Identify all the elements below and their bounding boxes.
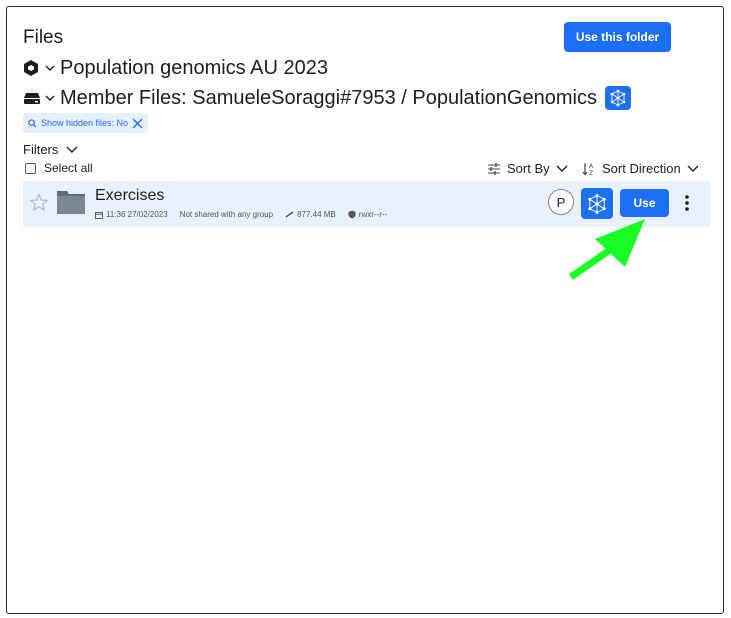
file-picker-dialog: Files Use this folder Population genomic…: [6, 6, 724, 614]
star-icon[interactable]: [29, 192, 49, 217]
file-metadata: 11:36 27/02/2023 Not shared with any gro…: [95, 210, 399, 219]
arrow-annotation-icon: [569, 219, 645, 280]
sharing-status: Not shared with any group: [179, 210, 274, 219]
network-app-icon[interactable]: [581, 188, 613, 219]
project-breadcrumb[interactable]: Population genomics AU 2023: [23, 55, 328, 81]
use-button[interactable]: Use: [620, 189, 669, 217]
sort-by-dropdown[interactable]: Sort By: [487, 161, 568, 176]
close-icon[interactable]: [132, 118, 143, 129]
chevron-down-icon: [687, 165, 699, 172]
kebab-menu-icon[interactable]: [684, 194, 690, 217]
svg-text:A: A: [589, 163, 594, 170]
dialog-title: Files: [23, 27, 64, 48]
sort-direction-dropdown[interactable]: A Z Sort Direction: [582, 161, 699, 176]
drive-icon: [23, 89, 41, 107]
modified-date: 11:36 27/02/2023: [95, 210, 168, 219]
calendar-icon: [95, 211, 103, 219]
sort-by-label: Sort By: [507, 161, 550, 176]
checkbox-icon[interactable]: [25, 162, 36, 174]
ruler-icon: [285, 211, 294, 218]
folder-icon: [56, 187, 86, 220]
path-breadcrumb[interactable]: Member Files: SamueleSoraggi#7953 / Popu…: [23, 85, 631, 111]
chevron-down-icon: [66, 146, 78, 153]
network-app-icon[interactable]: [604, 86, 631, 110]
search-icon: [28, 118, 37, 128]
chevron-down-icon[interactable]: [45, 93, 55, 103]
file-name[interactable]: Exercises: [95, 187, 164, 205]
current-path: Member Files: SamueleSoraggi#7953 / Popu…: [60, 86, 597, 109]
file-permissions: rwxr--r--: [348, 210, 387, 219]
sliders-icon: [488, 162, 500, 175]
use-this-folder-button[interactable]: Use this folder: [564, 22, 671, 52]
shield-icon: [348, 210, 356, 219]
filters-toggle[interactable]: Filters: [23, 142, 78, 157]
avatar[interactable]: P: [548, 189, 574, 215]
chevron-down-icon[interactable]: [45, 63, 55, 73]
hidden-files-filter-chip[interactable]: Show hidden files: No: [23, 113, 149, 133]
filters-label: Filters: [23, 142, 59, 157]
select-all-label: Select all: [44, 161, 93, 175]
svg-text:Z: Z: [589, 170, 593, 176]
hexagon-icon: [23, 59, 41, 77]
file-size: 877.44 MB: [285, 210, 336, 219]
sort-direction-label: Sort Direction: [602, 161, 681, 176]
chevron-down-icon: [556, 165, 568, 172]
project-name: Population genomics AU 2023: [60, 56, 328, 79]
filter-chip-label: Show hidden files: No: [41, 118, 129, 128]
sort-order-icon: A Z: [582, 162, 594, 176]
select-all-checkbox[interactable]: Select all: [25, 161, 93, 175]
